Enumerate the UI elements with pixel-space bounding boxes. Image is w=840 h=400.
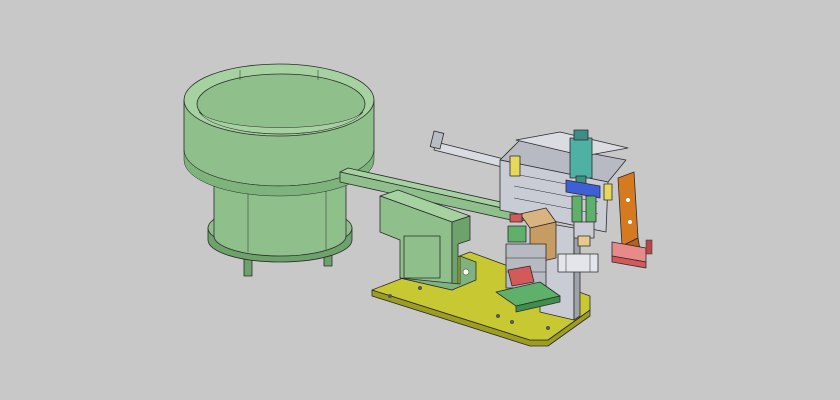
mount-hole xyxy=(388,294,392,298)
mount-hole xyxy=(418,286,422,290)
mount-hole xyxy=(510,320,514,324)
vertical-cylinder xyxy=(569,129,593,187)
cad-model-view xyxy=(183,63,653,347)
limit-sensor xyxy=(509,155,521,177)
cad-viewport[interactable] xyxy=(0,0,840,400)
bolt-icon xyxy=(462,268,470,276)
push-cylinder xyxy=(429,130,509,169)
mount-hole xyxy=(546,326,550,330)
mount-hole xyxy=(496,314,500,318)
limit-sensor xyxy=(603,183,613,201)
